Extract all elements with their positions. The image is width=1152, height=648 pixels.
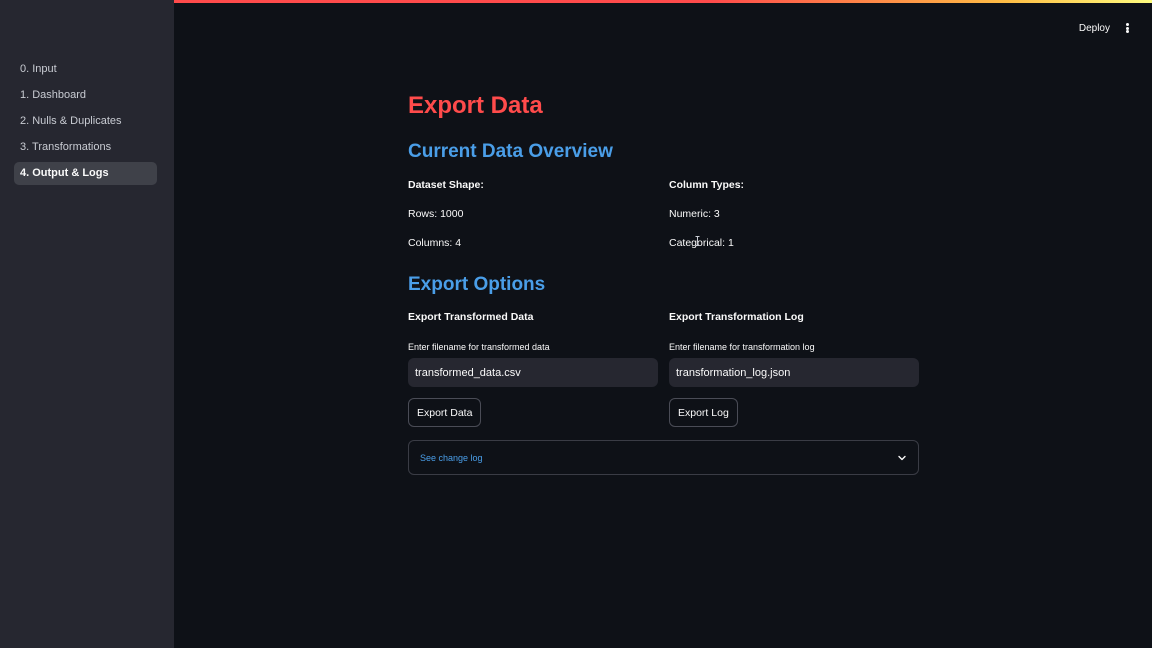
export-log-section: Export Transformation Log Enter filename… xyxy=(669,311,919,427)
column-types-column: Column Types: Numeric: 3 Categorical: 1 xyxy=(669,179,919,249)
rows-count: Rows: 1000 xyxy=(408,208,464,220)
sidebar-item-transformations[interactable]: 3. Transformations xyxy=(14,136,157,159)
data-filename-label: Enter filename for transformed data xyxy=(408,342,550,352)
data-filename-input[interactable] xyxy=(408,358,658,387)
categorical-count: Categorical: 1 xyxy=(669,237,734,249)
top-decoration-stripe xyxy=(174,0,1152,3)
log-filename-input[interactable] xyxy=(669,358,919,387)
sidebar: 0. Input 1. Dashboard 2. Nulls & Duplica… xyxy=(0,0,174,648)
app-window: 0. Input 1. Dashboard 2. Nulls & Duplica… xyxy=(0,0,1152,648)
change-log-expander[interactable]: See change log xyxy=(408,440,919,475)
text-cursor-icon xyxy=(695,236,700,246)
sidebar-nav: 0. Input 1. Dashboard 2. Nulls & Duplica… xyxy=(14,58,157,188)
sidebar-item-output-logs[interactable]: 4. Output & Logs xyxy=(14,162,157,185)
export-options-heading: Export Options xyxy=(408,274,546,295)
export-data-section: Export Transformed Data Enter filename f… xyxy=(408,311,658,427)
export-log-button[interactable]: Export Log xyxy=(669,398,738,427)
expander-label: See change log xyxy=(420,452,483,463)
numeric-count: Numeric: 3 xyxy=(669,208,720,220)
export-data-heading: Export Transformed Data xyxy=(408,311,534,323)
column-types-label: Column Types: xyxy=(669,179,745,191)
deploy-button[interactable]: Deploy xyxy=(1079,23,1110,34)
dataset-shape-column: Dataset Shape: Rows: 1000 Columns: 4 xyxy=(408,179,658,249)
dataset-shape-label: Dataset Shape: xyxy=(408,179,484,191)
sidebar-item-dashboard[interactable]: 1. Dashboard xyxy=(14,84,157,107)
kebab-menu-icon[interactable] xyxy=(1122,21,1132,35)
log-filename-label: Enter filename for transformation log xyxy=(669,342,815,352)
sidebar-item-nulls-duplicates[interactable]: 2. Nulls & Duplicates xyxy=(14,110,157,133)
header-toolbar: Deploy xyxy=(1079,18,1132,38)
export-data-button[interactable]: Export Data xyxy=(408,398,482,427)
sidebar-item-input[interactable]: 0. Input xyxy=(14,58,157,81)
overview-heading: Current Data Overview xyxy=(408,141,613,162)
export-log-heading: Export Transformation Log xyxy=(669,311,804,323)
page-title: Export Data xyxy=(408,92,543,119)
columns-count: Columns: 4 xyxy=(408,237,462,249)
chevron-down-icon xyxy=(897,453,907,463)
